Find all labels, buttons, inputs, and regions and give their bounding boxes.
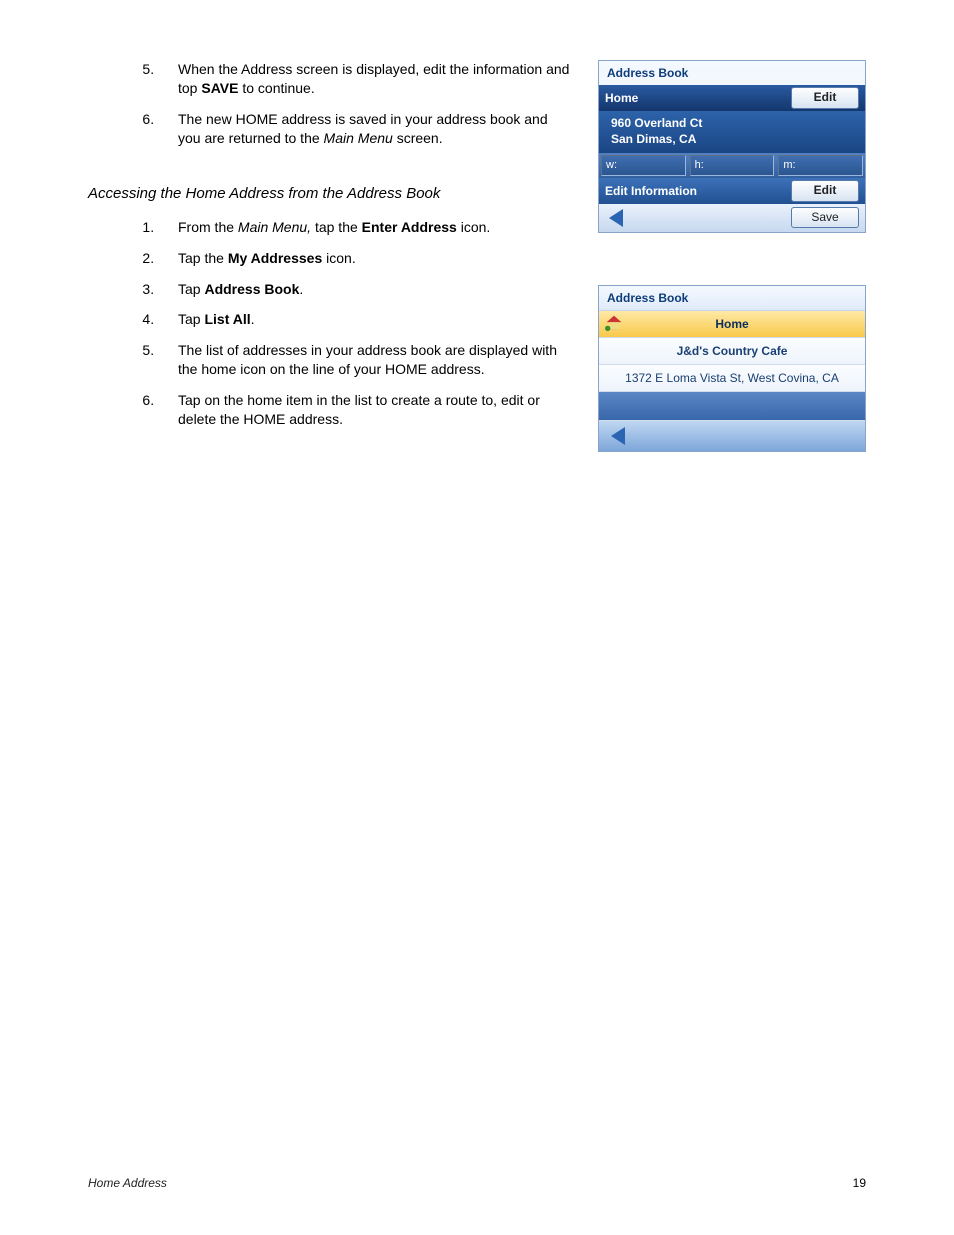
fig1-title: Address Book	[599, 61, 865, 85]
step-a6: The new HOME address is saved in your ad…	[158, 110, 574, 148]
step-b3-post: .	[299, 281, 303, 297]
step-b1-bold: Enter Address	[362, 219, 457, 235]
fig2-row-home-label: Home	[715, 317, 748, 331]
page-footer: Home Address 19	[88, 1175, 866, 1191]
fig1-edit-info-label: Edit Information	[605, 183, 697, 199]
step-b2: Tap the My Addresses icon.	[158, 249, 574, 268]
fig1-addr-line2: San Dimas, CA	[611, 131, 853, 147]
step-b1-mid: tap the	[311, 219, 362, 235]
fig1-phone-work[interactable]: w:	[601, 155, 686, 176]
fig1-address: 960 Overland Ct San Dimas, CA	[599, 111, 865, 153]
fig2-row-cafe[interactable]: J&d's Country Cafe	[599, 338, 865, 365]
fig1-phone-mobile[interactable]: m:	[778, 155, 863, 176]
fig1-addr-line1: 960 Overland Ct	[611, 115, 853, 131]
fig2-row-empty	[599, 392, 865, 421]
step-b3: Tap Address Book.	[158, 280, 574, 299]
section-heading: Accessing the Home Address from the Addr…	[88, 184, 574, 204]
fig1-phone-row: w: h: m:	[599, 153, 865, 178]
fig2-title: Address Book	[599, 286, 865, 311]
step-b3-pre: Tap	[178, 281, 204, 297]
step-b4-pre: Tap	[178, 311, 204, 327]
step-a6-ital: Main Menu	[324, 130, 393, 146]
step-b2-post: icon.	[322, 250, 355, 266]
back-icon[interactable]	[609, 209, 623, 227]
step-b5: The list of addresses in your address bo…	[158, 341, 574, 379]
step-a5-post: to continue.	[238, 80, 314, 96]
back-icon[interactable]	[611, 427, 625, 445]
step-a6-post: screen.	[393, 130, 443, 146]
fig2-row-addr[interactable]: 1372 E Loma Vista St, West Covina, CA	[599, 365, 865, 392]
step-b3-bold: Address Book	[204, 281, 299, 297]
home-icon	[605, 314, 623, 332]
step-b1-ital: Main Menu,	[238, 219, 311, 235]
figure-address-book-edit: Address Book Home Edit 960 Overland Ct S…	[598, 60, 866, 233]
footer-section: Home Address	[88, 1175, 167, 1191]
footer-page-number: 19	[853, 1175, 866, 1191]
step-b4-bold: List All	[204, 311, 250, 327]
step-b1-pre: From the	[178, 219, 238, 235]
fig1-save-button[interactable]: Save	[791, 207, 859, 229]
step-b6: Tap on the home item in the list to crea…	[158, 391, 574, 429]
step-b1: From the Main Menu, tap the Enter Addres…	[158, 218, 574, 237]
fig1-edit-button-1[interactable]: Edit	[791, 87, 859, 109]
fig2-row-home[interactable]: Home	[599, 311, 865, 338]
figure-address-book-list: Address Book Home J&d's Country Cafe 137…	[598, 285, 866, 453]
step-b4: Tap List All.	[158, 310, 574, 329]
step-b4-post: .	[251, 311, 255, 327]
fig1-phone-home[interactable]: h:	[690, 155, 775, 176]
fig1-home-label: Home	[605, 90, 638, 106]
step-b2-bold: My Addresses	[228, 250, 322, 266]
step-a5-bold: SAVE	[201, 80, 238, 96]
step-b2-pre: Tap the	[178, 250, 228, 266]
fig1-edit-button-2[interactable]: Edit	[791, 180, 859, 202]
step-b1-post: icon.	[457, 219, 490, 235]
step-a5: When the Address screen is displayed, ed…	[158, 60, 574, 98]
